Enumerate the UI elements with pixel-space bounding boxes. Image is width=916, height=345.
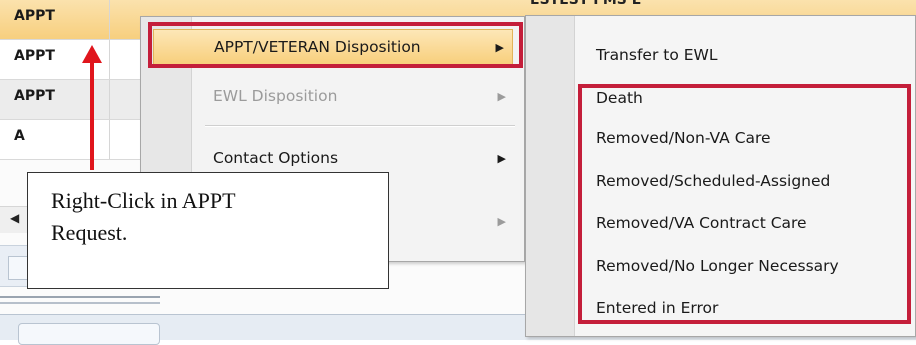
menu-gutter [526,16,575,336]
table-row[interactable]: APPT [0,80,160,120]
menu-item-label: Contact Options [213,149,339,167]
menu-item-label: EWL Disposition [213,87,338,105]
details-field[interactable] [18,323,160,345]
splitter-line [0,302,160,304]
callout-text-line-1: Right-Click in APPT [51,188,236,213]
submenu-arrow-icon: ▶ [497,90,506,103]
callout-arrow-head [82,45,102,63]
highlight-box-submenu-items [578,84,911,324]
table-row[interactable]: A [0,120,160,160]
instruction-callout: Right-Click in APPT Request. [27,172,389,289]
callout-arrow-line [90,62,94,170]
submenu-arrow-icon: ▶ [497,152,506,165]
menu-separator [205,125,515,127]
submenu-arrow-icon: ▶ [497,215,506,228]
splitter[interactable] [0,296,160,298]
submenu-item-transfer-to-ewl[interactable]: Transfer to EWL [596,46,718,64]
highlight-box-menu-item [148,22,523,68]
scroll-left-icon[interactable]: ◀ [10,211,19,225]
callout-text-line-2: Request. [51,220,128,245]
request-type-cell[interactable]: APPT [0,0,110,39]
row-trailing-text: ESTEST FMS L [530,0,641,8]
menu-item-ewl-disposition: EWL Disposition ▶ [141,77,524,117]
table-row[interactable]: APPT [0,40,160,80]
